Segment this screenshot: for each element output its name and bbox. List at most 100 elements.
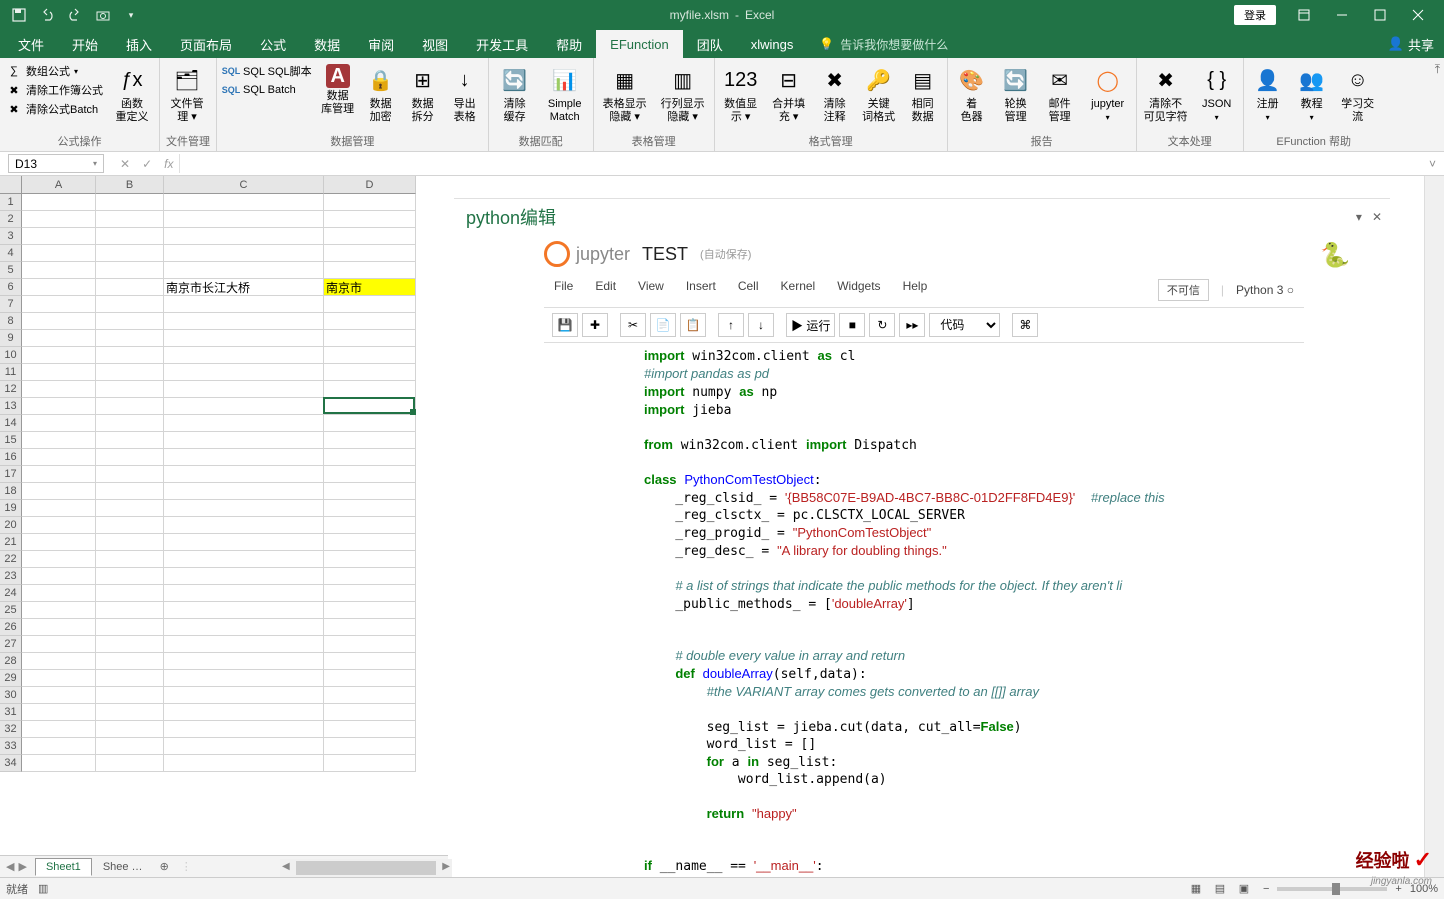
cell[interactable] xyxy=(324,330,416,347)
cell[interactable] xyxy=(164,670,324,687)
horizontal-scrollbar[interactable]: ◀ ▶ xyxy=(280,859,452,877)
row-header[interactable]: 1 xyxy=(0,194,22,211)
rowcol-show-hide-button[interactable]: ▥行列显示隐藏 ▾ xyxy=(658,62,708,124)
menu-file[interactable]: File xyxy=(554,279,573,301)
cell[interactable] xyxy=(324,211,416,228)
cell[interactable] xyxy=(22,381,96,398)
cell[interactable] xyxy=(164,602,324,619)
cell[interactable] xyxy=(164,415,324,432)
row-header[interactable]: 28 xyxy=(0,653,22,670)
menu-cell[interactable]: Cell xyxy=(738,279,759,301)
cell[interactable] xyxy=(22,568,96,585)
cell[interactable] xyxy=(324,228,416,245)
add-cell-button[interactable]: ✚ xyxy=(582,313,608,337)
cell[interactable] xyxy=(22,704,96,721)
qat-more-icon[interactable]: ▾ xyxy=(120,4,142,26)
cell[interactable] xyxy=(164,636,324,653)
cell[interactable] xyxy=(324,534,416,551)
cell[interactable] xyxy=(324,313,416,330)
cell[interactable] xyxy=(96,568,164,585)
kernel-indicator[interactable]: Python 3 ○ xyxy=(1236,283,1294,297)
cell[interactable] xyxy=(164,721,324,738)
cell[interactable] xyxy=(96,415,164,432)
cell[interactable] xyxy=(22,415,96,432)
prev-sheet-icon[interactable]: ◀ xyxy=(6,860,14,873)
file-manage-button[interactable]: 🗂文件管理 ▾ xyxy=(166,62,208,124)
row-header[interactable]: 12 xyxy=(0,381,22,398)
cell[interactable] xyxy=(96,330,164,347)
cell[interactable] xyxy=(324,517,416,534)
cell[interactable] xyxy=(96,296,164,313)
cell[interactable] xyxy=(96,228,164,245)
tab-review[interactable]: 审阅 xyxy=(354,30,408,58)
cell[interactable] xyxy=(164,432,324,449)
cell[interactable] xyxy=(164,449,324,466)
tab-team[interactable]: 团队 xyxy=(683,30,737,58)
row-header[interactable]: 4 xyxy=(0,245,22,262)
cut-button[interactable]: ✂ xyxy=(620,313,646,337)
cell[interactable] xyxy=(164,381,324,398)
cell[interactable] xyxy=(96,432,164,449)
cell[interactable] xyxy=(22,500,96,517)
cell[interactable] xyxy=(324,483,416,500)
notebook-title[interactable]: TEST xyxy=(642,244,688,265)
row-header[interactable]: 19 xyxy=(0,500,22,517)
cell[interactable] xyxy=(164,466,324,483)
cell[interactable] xyxy=(164,296,324,313)
row-header[interactable]: 30 xyxy=(0,687,22,704)
row-header[interactable]: 23 xyxy=(0,568,22,585)
merge-fill-button[interactable]: ⊟合并填充 ▾ xyxy=(769,62,809,124)
page-layout-button[interactable]: ▤ xyxy=(1209,880,1231,898)
cell[interactable] xyxy=(164,364,324,381)
tab-file[interactable]: 文件 xyxy=(4,30,58,58)
sheet-tab-2[interactable]: Shee … xyxy=(92,858,154,876)
row-header[interactable]: 14 xyxy=(0,415,22,432)
cell[interactable] xyxy=(96,347,164,364)
tab-home[interactable]: 开始 xyxy=(58,30,112,58)
col-header[interactable]: D xyxy=(324,176,416,194)
cell[interactable] xyxy=(164,211,324,228)
cell[interactable] xyxy=(96,517,164,534)
table-show-hide-button[interactable]: ▦表格显示隐藏 ▾ xyxy=(600,62,650,124)
expand-formula-icon[interactable]: ˅ xyxy=(1429,157,1444,171)
cell[interactable] xyxy=(324,364,416,381)
colorer-button[interactable]: 🎨着色器 xyxy=(954,62,990,124)
cell[interactable] xyxy=(324,432,416,449)
tab-insert[interactable]: 插入 xyxy=(112,30,166,58)
cell[interactable] xyxy=(96,670,164,687)
share-button[interactable]: 👤 共享 xyxy=(1388,30,1444,58)
cell[interactable] xyxy=(22,228,96,245)
restart-run-all-button[interactable]: ▸▸ xyxy=(899,313,925,337)
row-header[interactable]: 20 xyxy=(0,517,22,534)
row-header[interactable]: 34 xyxy=(0,755,22,772)
cell[interactable] xyxy=(324,602,416,619)
cell[interactable] xyxy=(324,619,416,636)
same-data-button[interactable]: ▤相同数据 xyxy=(905,62,941,124)
minimize-button[interactable] xyxy=(1324,0,1360,30)
array-formula-button[interactable]: ∑数组公式 ▾ xyxy=(6,62,103,80)
cell[interactable] xyxy=(164,245,324,262)
cell[interactable] xyxy=(324,415,416,432)
cell[interactable] xyxy=(22,738,96,755)
cell[interactable] xyxy=(164,687,324,704)
rotate-manage-button[interactable]: 🔄轮换管理 xyxy=(998,62,1034,124)
num-display-button[interactable]: 123数值显示 ▾ xyxy=(721,62,761,124)
row-header[interactable]: 3 xyxy=(0,228,22,245)
cell[interactable] xyxy=(164,534,324,551)
cell[interactable] xyxy=(96,262,164,279)
clear-cache-button[interactable]: 🔄清除缓存 xyxy=(495,62,535,124)
pane-close-icon[interactable]: ✕ xyxy=(1372,210,1382,224)
cell[interactable] xyxy=(324,245,416,262)
row-header[interactable]: 31 xyxy=(0,704,22,721)
cell[interactable] xyxy=(164,194,324,211)
tab-formula[interactable]: 公式 xyxy=(246,30,300,58)
save-icon[interactable] xyxy=(8,4,30,26)
db-manage-button[interactable]: A数据库管理 xyxy=(320,62,356,116)
cancel-formula-icon[interactable]: ✕ xyxy=(120,157,130,171)
tab-page-layout[interactable]: 页面布局 xyxy=(166,30,246,58)
cell[interactable] xyxy=(96,551,164,568)
cell[interactable] xyxy=(96,449,164,466)
cell[interactable] xyxy=(164,347,324,364)
cell[interactable] xyxy=(324,262,416,279)
register-button[interactable]: 👤注册▾ xyxy=(1250,62,1286,124)
